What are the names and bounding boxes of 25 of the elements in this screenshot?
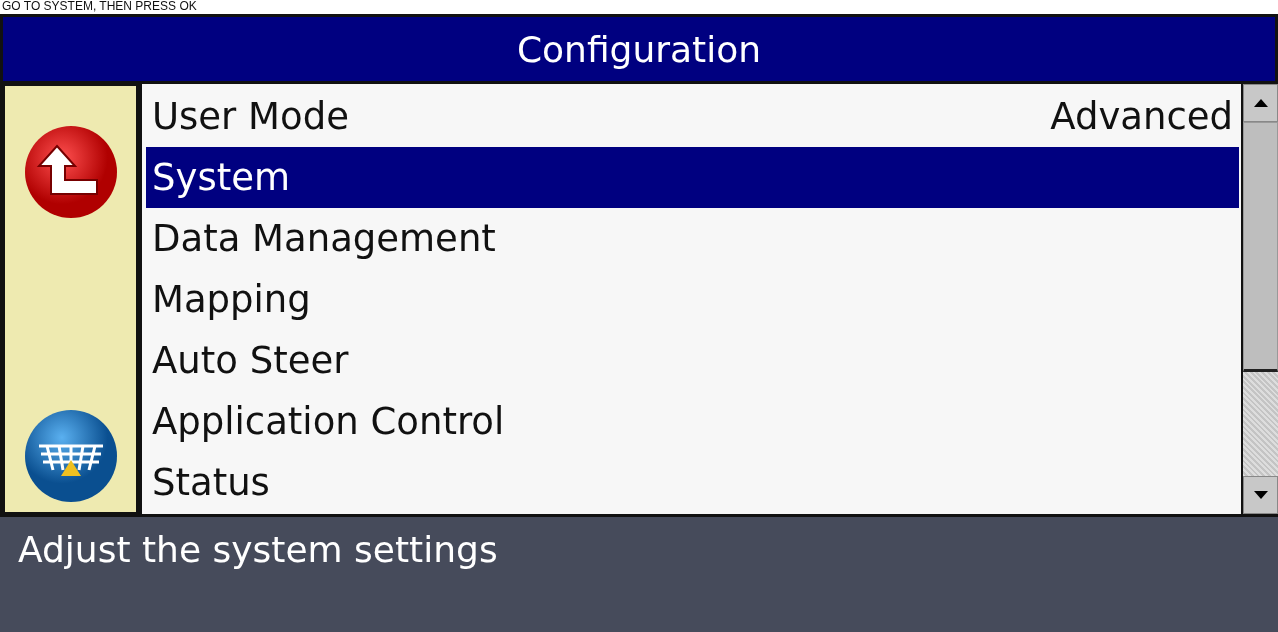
help-text: Adjust the system settings	[0, 514, 1278, 632]
field-grid-icon[interactable]	[22, 408, 119, 504]
menu-item[interactable]: Mapping	[146, 269, 1239, 330]
menu-item[interactable]: User Mode Advanced	[146, 86, 1239, 147]
menu-item-label: Mapping	[152, 278, 311, 321]
scrollbar-thumb[interactable]	[1243, 122, 1278, 372]
menu-item[interactable]: Status	[146, 452, 1239, 513]
scroll-up-button[interactable]	[1243, 84, 1278, 122]
instruction-caption: GO TO SYSTEM, THEN PRESS OK	[1, 0, 198, 14]
menu-item-label: Data Management	[152, 217, 496, 260]
menu-item[interactable]: Application Control	[146, 391, 1239, 452]
menu-item[interactable]: Data Management	[146, 208, 1239, 269]
menu-item[interactable]: System	[146, 147, 1239, 208]
down-triangle-icon	[1253, 491, 1268, 499]
window-title: Configuration	[0, 14, 1278, 84]
menu-item-label: System	[152, 156, 290, 199]
scroll-down-button[interactable]	[1243, 476, 1278, 514]
menu-item-label: Auto Steer	[152, 339, 349, 382]
menu-item-label: User Mode	[152, 95, 349, 138]
menu-item-value: Advanced	[1050, 95, 1233, 138]
back-icon[interactable]	[22, 124, 119, 220]
up-triangle-icon	[1253, 99, 1268, 107]
menu-item-label: Status	[152, 461, 270, 504]
menu-item[interactable]: Auto Steer	[146, 330, 1239, 391]
menu-item-label: Application Control	[152, 400, 505, 443]
